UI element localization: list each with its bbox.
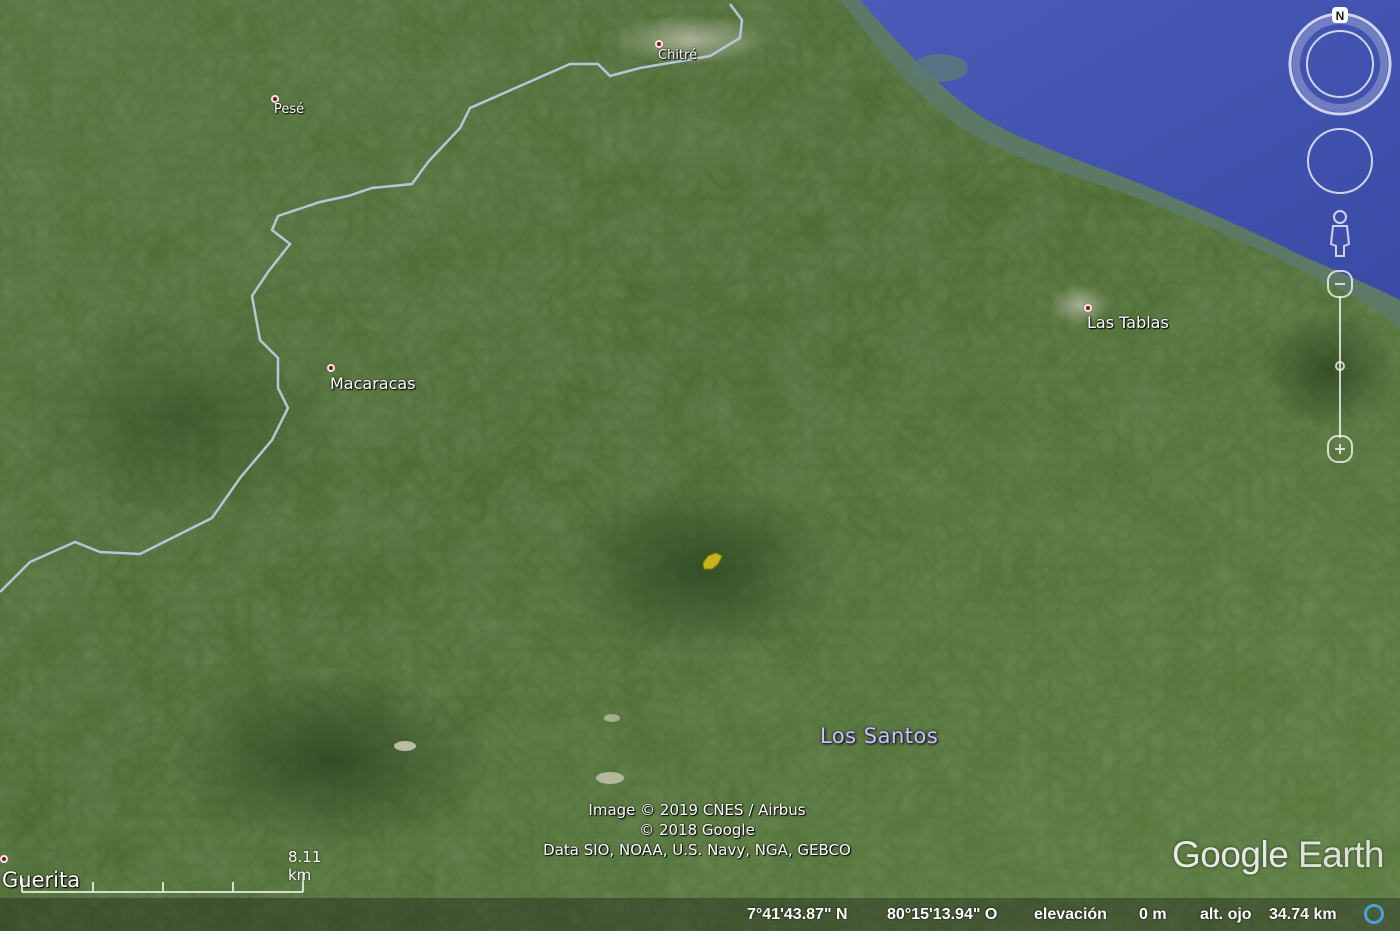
- streaming-globe-icon: [1364, 904, 1384, 924]
- google-earth-logo: Google Earth: [1171, 834, 1385, 876]
- scale-ruler-icon: [21, 873, 304, 893]
- look-joystick[interactable]: [1307, 128, 1373, 194]
- attribution-line: Data SIO, NOAA, U.S. Navy, NGA, GEBCO: [543, 841, 851, 859]
- status-bar: 7°41'43.87" N 80°15'13.94" O elevación 0…: [0, 898, 1400, 931]
- place-label-las-tablas[interactable]: Las Tablas: [1087, 313, 1169, 332]
- eye-altitude-label: alt. ojo: [1200, 906, 1252, 923]
- satellite-terrain[interactable]: [0, 0, 1400, 931]
- place-dot-chitre[interactable]: [655, 40, 663, 48]
- elevation-label: elevación: [1034, 906, 1107, 923]
- place-label-pese[interactable]: Pesé: [274, 102, 304, 117]
- place-label-chitre[interactable]: Chitré: [658, 48, 697, 63]
- brand-google: Google: [1171, 834, 1289, 875]
- attribution-line: © 2018 Google: [639, 821, 755, 839]
- compass-ring[interactable]: [1288, 12, 1392, 116]
- north-indicator[interactable]: N: [1332, 7, 1348, 23]
- latitude-readout: 7°41'43.87" N: [747, 906, 848, 923]
- longitude-readout: 80°15'13.94" O: [887, 906, 998, 923]
- zoom-slider[interactable]: [1327, 270, 1353, 463]
- place-label-macaracas[interactable]: Macaracas: [330, 374, 416, 393]
- map-view[interactable]: Chitré Pesé Macaracas Las Tablas Guerita…: [0, 0, 1400, 931]
- place-dot-las-tablas[interactable]: [1084, 304, 1092, 312]
- region-label-los-santos[interactable]: Los Santos: [820, 724, 938, 748]
- place-dot-macaracas[interactable]: [327, 364, 335, 372]
- elevation-value: 0 m: [1139, 906, 1167, 923]
- street-view-pegman-icon[interactable]: [1329, 210, 1351, 257]
- navigation-controls[interactable]: N: [1282, 0, 1400, 470]
- place-dot-guerita[interactable]: [0, 855, 8, 863]
- scale-label: 8.11 km: [288, 848, 322, 884]
- imagery-attribution: Image © 2019 CNES / Airbus © 2018 Google…: [530, 800, 864, 860]
- north-label: N: [1336, 9, 1345, 23]
- brand-earth: Earth: [1288, 834, 1384, 875]
- eye-altitude-value: 34.74 km: [1269, 906, 1337, 923]
- scale-bar: 8.11 km: [20, 845, 321, 895]
- attribution-line: Image © 2019 CNES / Airbus: [588, 801, 806, 819]
